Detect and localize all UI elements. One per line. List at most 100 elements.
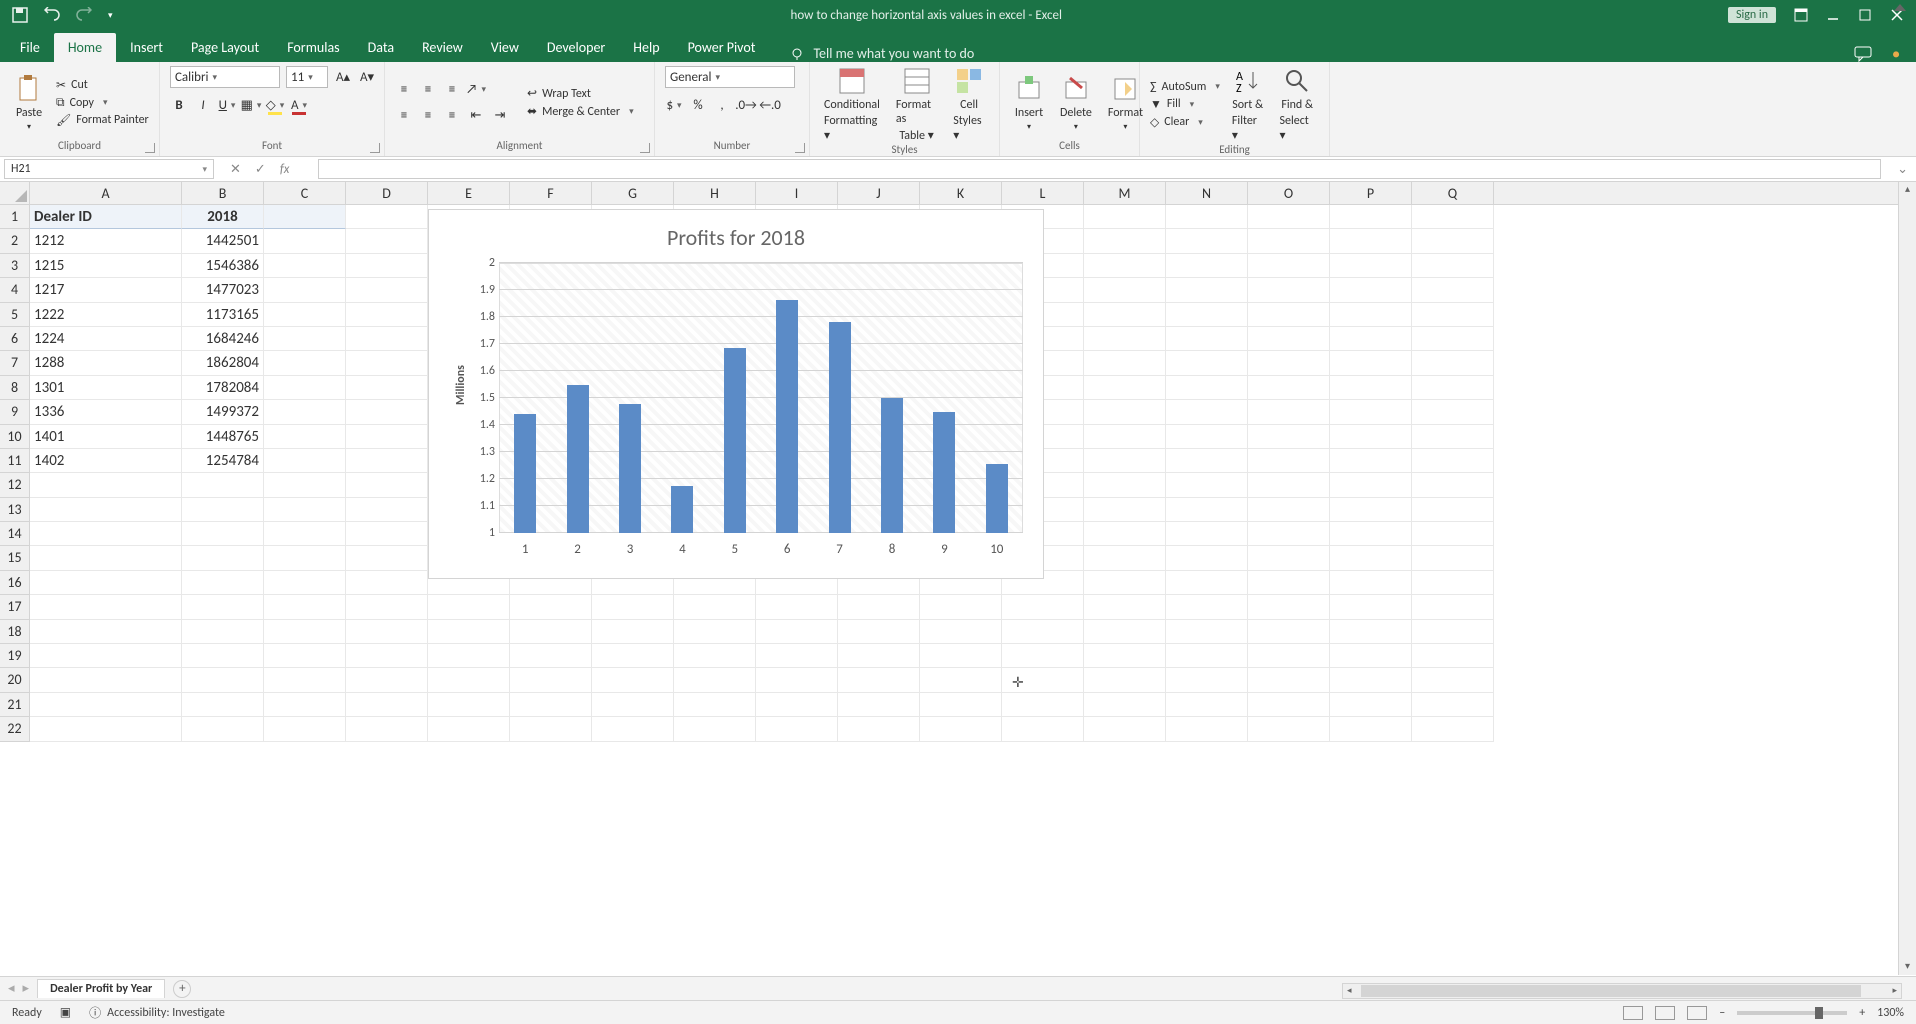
row-header[interactable]: 21 bbox=[0, 693, 30, 717]
format-as-table-button[interactable]: Format asTable ▾ bbox=[892, 66, 941, 143]
font-launcher[interactable] bbox=[370, 143, 380, 153]
select-all-button[interactable] bbox=[0, 182, 30, 204]
cell[interactable] bbox=[1084, 498, 1166, 522]
tab-scroll-last-icon[interactable]: ▸ bbox=[23, 981, 30, 996]
formula-input[interactable] bbox=[318, 159, 1881, 179]
tab-scroll-first-icon[interactable]: ◂ bbox=[8, 981, 15, 996]
cell[interactable] bbox=[920, 595, 1002, 619]
cell[interactable]: Dealer ID bbox=[30, 205, 182, 229]
chart-bar[interactable] bbox=[776, 300, 798, 533]
row-header[interactable]: 1 bbox=[0, 205, 30, 229]
insert-cells-button[interactable]: Insert▾ bbox=[1010, 74, 1048, 132]
cell[interactable]: 1217 bbox=[30, 278, 182, 302]
cell[interactable] bbox=[346, 717, 428, 741]
cell[interactable] bbox=[920, 620, 1002, 644]
cell[interactable] bbox=[30, 571, 182, 595]
increase-font-icon[interactable]: A▴ bbox=[334, 68, 352, 86]
cell[interactable] bbox=[592, 620, 674, 644]
cell[interactable] bbox=[1412, 522, 1494, 546]
column-header[interactable]: N bbox=[1166, 182, 1248, 204]
cell[interactable] bbox=[1248, 449, 1330, 473]
cell[interactable] bbox=[1248, 595, 1330, 619]
zoom-in-icon[interactable]: + bbox=[1859, 1006, 1865, 1020]
cell[interactable]: 1546386 bbox=[182, 254, 264, 278]
cell[interactable]: 1336 bbox=[30, 400, 182, 424]
cell[interactable] bbox=[1330, 595, 1412, 619]
cell[interactable] bbox=[264, 668, 346, 692]
cell[interactable] bbox=[1084, 327, 1166, 351]
cell[interactable] bbox=[428, 644, 510, 668]
cell[interactable] bbox=[264, 498, 346, 522]
cell[interactable] bbox=[182, 522, 264, 546]
page-layout-view-icon[interactable] bbox=[1655, 1006, 1675, 1020]
cell[interactable] bbox=[1248, 254, 1330, 278]
cell[interactable] bbox=[264, 644, 346, 668]
cell[interactable] bbox=[1166, 327, 1248, 351]
chart-bar[interactable] bbox=[986, 464, 1008, 533]
cell[interactable] bbox=[920, 693, 1002, 717]
cell[interactable] bbox=[1166, 595, 1248, 619]
cell[interactable] bbox=[182, 693, 264, 717]
cell[interactable] bbox=[1166, 620, 1248, 644]
comments-icon[interactable] bbox=[1834, 46, 1892, 62]
cell[interactable] bbox=[838, 620, 920, 644]
cell[interactable] bbox=[346, 303, 428, 327]
cell[interactable] bbox=[346, 668, 428, 692]
cell[interactable] bbox=[346, 425, 428, 449]
decrease-indent-icon[interactable]: ⇤ bbox=[467, 107, 485, 125]
clear-button[interactable]: ◇Clear bbox=[1150, 115, 1220, 130]
cell[interactable] bbox=[1002, 693, 1084, 717]
cell[interactable] bbox=[1084, 376, 1166, 400]
font-color-button[interactable]: A bbox=[290, 96, 308, 114]
cell[interactable] bbox=[1084, 668, 1166, 692]
cell[interactable] bbox=[30, 717, 182, 741]
cell[interactable] bbox=[346, 595, 428, 619]
row-header[interactable]: 16 bbox=[0, 571, 30, 595]
tab-home[interactable]: Home bbox=[54, 33, 116, 62]
macro-record-icon[interactable]: ▣ bbox=[60, 1005, 71, 1020]
cell[interactable] bbox=[510, 595, 592, 619]
cell[interactable] bbox=[264, 229, 346, 253]
sign-in-button[interactable]: Sign in bbox=[1728, 7, 1776, 23]
row-header[interactable]: 12 bbox=[0, 473, 30, 497]
cell[interactable] bbox=[346, 327, 428, 351]
cell[interactable]: 1782084 bbox=[182, 376, 264, 400]
zoom-slider[interactable] bbox=[1737, 1011, 1847, 1015]
cell[interactable] bbox=[1084, 400, 1166, 424]
cell[interactable] bbox=[756, 717, 838, 741]
cell[interactable] bbox=[1248, 498, 1330, 522]
tab-developer[interactable]: Developer bbox=[533, 33, 619, 62]
row-header[interactable]: 14 bbox=[0, 522, 30, 546]
cell[interactable] bbox=[1248, 278, 1330, 302]
column-header[interactable]: C bbox=[264, 182, 346, 204]
cell[interactable] bbox=[264, 327, 346, 351]
cell[interactable] bbox=[1248, 303, 1330, 327]
cell[interactable] bbox=[1412, 351, 1494, 375]
column-header[interactable]: D bbox=[346, 182, 428, 204]
cell[interactable] bbox=[1412, 327, 1494, 351]
column-header[interactable]: E bbox=[428, 182, 510, 204]
cell[interactable]: 1442501 bbox=[182, 229, 264, 253]
cell[interactable] bbox=[428, 620, 510, 644]
cell[interactable] bbox=[1412, 571, 1494, 595]
cell[interactable] bbox=[1412, 620, 1494, 644]
cell[interactable] bbox=[1330, 351, 1412, 375]
cell[interactable] bbox=[592, 693, 674, 717]
cell[interactable] bbox=[1166, 571, 1248, 595]
column-header[interactable]: F bbox=[510, 182, 592, 204]
cell[interactable] bbox=[1084, 693, 1166, 717]
cell[interactable]: 2018 bbox=[182, 205, 264, 229]
cell[interactable] bbox=[1166, 278, 1248, 302]
cell[interactable]: 1499372 bbox=[182, 400, 264, 424]
cell[interactable] bbox=[1248, 473, 1330, 497]
cell[interactable] bbox=[756, 668, 838, 692]
cell[interactable] bbox=[182, 546, 264, 570]
cell[interactable] bbox=[346, 449, 428, 473]
cell[interactable] bbox=[346, 644, 428, 668]
cell[interactable] bbox=[1084, 351, 1166, 375]
cell[interactable] bbox=[1166, 522, 1248, 546]
cell[interactable] bbox=[1166, 546, 1248, 570]
chart-bar[interactable] bbox=[619, 404, 641, 533]
cell[interactable] bbox=[1412, 278, 1494, 302]
worksheet-grid[interactable]: ABCDEFGHIJKLMNOPQ 1Dealer ID201821212144… bbox=[0, 182, 1916, 975]
